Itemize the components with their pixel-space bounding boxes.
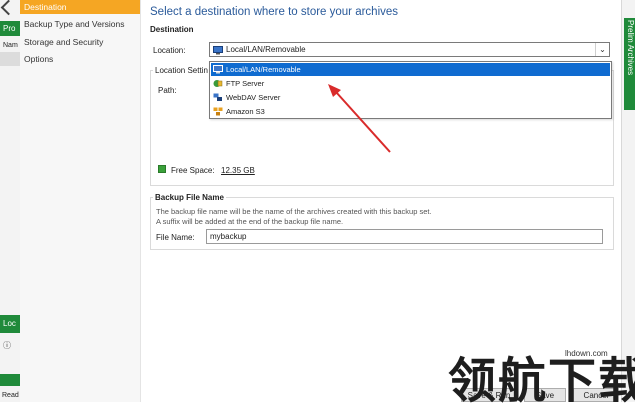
- watermark-url: lhdown.com: [565, 349, 608, 358]
